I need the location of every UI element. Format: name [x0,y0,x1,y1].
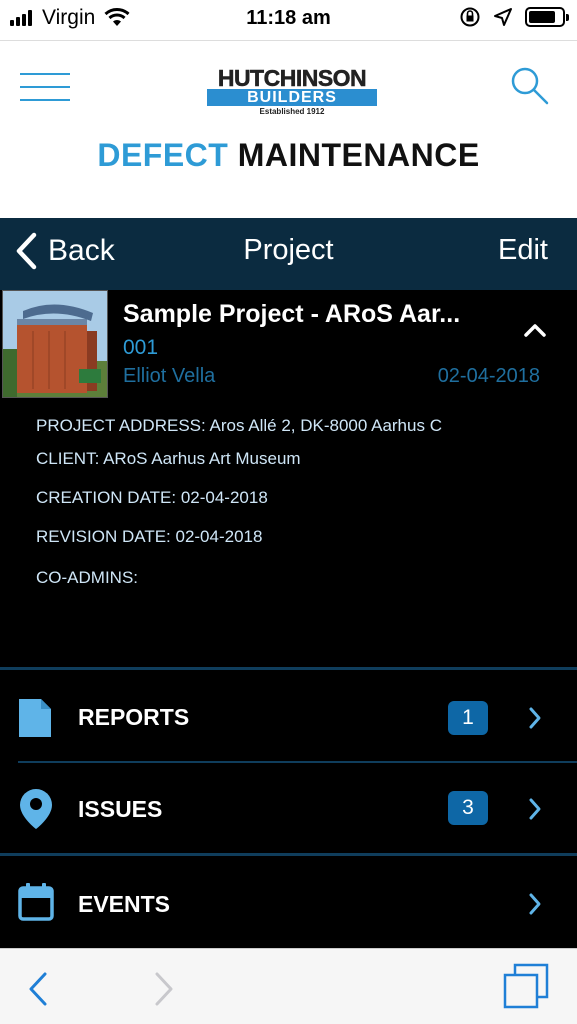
chevron-right-icon [529,893,541,915]
reports-count-badge: 1 [448,701,488,735]
issues-count-badge: 3 [448,791,488,825]
project-owner: Elliot Vella [123,365,216,387]
reports-row[interactable]: REPORTS 1 [0,670,577,761]
menu-icon[interactable] [20,73,70,103]
navigation-bar: Back Project Edit [0,218,577,290]
project-card: Sample Project - ARoS Aar... 001 Elliot … [0,290,577,667]
events-label: EVENTS [78,891,171,917]
project-client: CLIENT: ARoS Aarhus Art Museum [36,449,301,468]
document-icon [19,699,51,737]
project-thumbnail [2,290,108,398]
logo-line-3: Established 1912 [259,107,325,116]
chevron-right-icon [529,707,541,729]
status-bar: Virgin 11:18 am [0,0,577,40]
events-row[interactable]: EVENTS [0,856,577,948]
app-title-main: MAINTENANCE [237,137,480,173]
forward-arrow-icon [155,972,173,1006]
battery-icon [525,7,569,27]
chevron-right-icon [529,798,541,820]
logo-line-2: BUILDERS [207,89,377,106]
status-right [459,6,569,28]
tabs-icon[interactable] [503,963,549,1009]
app-header: HUTCHINSON BUILDERS Established 1912 DEF… [0,40,577,218]
browser-toolbar [0,948,577,1024]
app-title: DEFECT MAINTENANCE [0,137,577,174]
project-co-admins: CO-ADMINS: [36,568,138,587]
project-name: Sample Project - ARoS Aar... [123,300,461,328]
issues-label: ISSUES [78,796,163,822]
back-arrow-icon[interactable] [26,971,50,1007]
issues-row[interactable]: ISSUES 3 [0,763,577,853]
nav-title: Project [243,234,334,266]
map-pin-icon [20,789,52,829]
calendar-icon [18,883,54,921]
building-image [3,291,107,397]
project-creation-date: CREATION DATE: 02-04-2018 [36,488,268,507]
chevron-up-icon[interactable] [523,322,547,338]
location-icon [494,8,512,26]
project-address: PROJECT ADDRESS: Aros Allé 2, DK-8000 Aa… [36,416,442,435]
logo-line-1: HUTCHINSON [217,65,367,91]
company-logo: HUTCHINSON BUILDERS Established 1912 [207,65,377,118]
project-date: 02-04-2018 [437,365,540,387]
app-title-accent: DEFECT [97,137,229,173]
reports-label: REPORTS [78,704,190,730]
edit-button[interactable]: Edit [498,234,548,267]
project-number: 001 [123,336,159,359]
project-revision-date: REVISION DATE: 02-04-2018 [36,527,263,546]
rotation-lock-icon [460,7,480,27]
search-icon[interactable] [509,65,551,107]
